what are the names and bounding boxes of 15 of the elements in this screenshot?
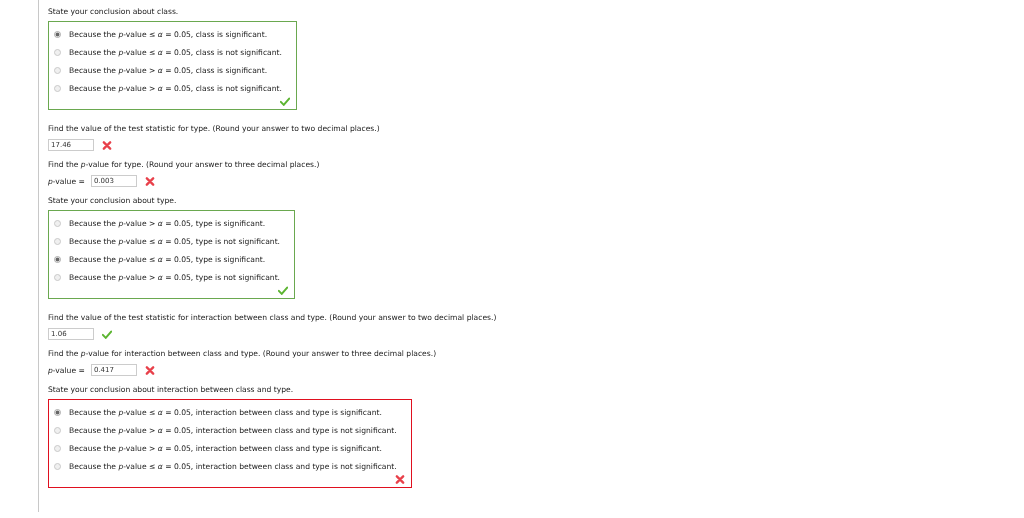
radio-button[interactable] xyxy=(54,444,61,452)
radio-button[interactable] xyxy=(54,273,61,281)
radio-button[interactable] xyxy=(54,66,61,74)
radio-button[interactable] xyxy=(54,84,61,92)
radio-button[interactable] xyxy=(54,48,61,56)
radio-button[interactable] xyxy=(54,408,61,416)
radio-button[interactable] xyxy=(54,255,61,263)
checkmark-icon xyxy=(278,286,289,295)
radio-button[interactable] xyxy=(54,237,61,245)
radio-button[interactable] xyxy=(54,462,61,470)
radio-button[interactable] xyxy=(54,219,61,227)
radio-button[interactable] xyxy=(54,426,61,434)
checkmark-icon xyxy=(279,97,290,106)
radio-button[interactable] xyxy=(54,30,61,38)
cross-icon xyxy=(394,475,405,484)
